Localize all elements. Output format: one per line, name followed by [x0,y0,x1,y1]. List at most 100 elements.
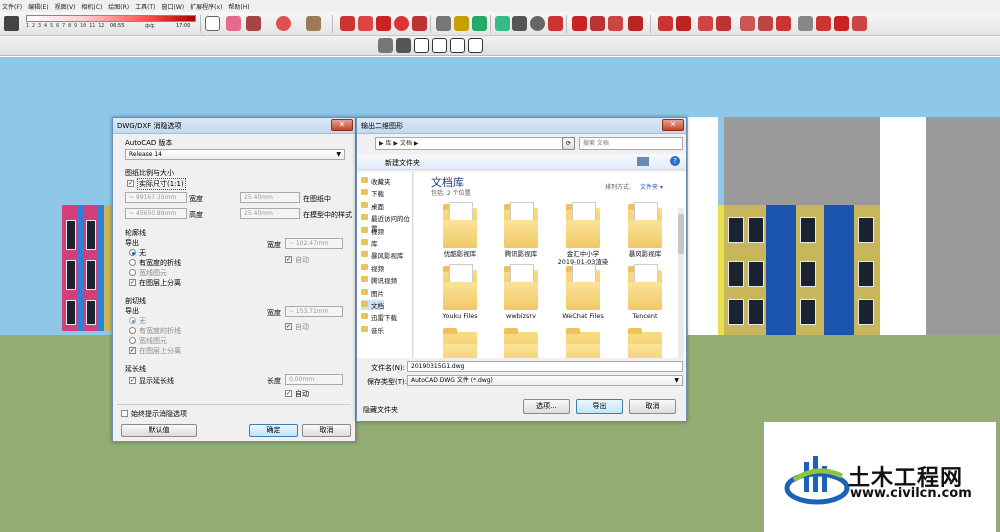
section-plane-icon[interactable] [798,16,813,31]
save-type-select[interactable]: AutoCAD DWG 文件 (*.dwg) ▼ [407,375,683,386]
shape-icon[interactable] [306,16,321,31]
section-cut-icon[interactable] [834,16,849,31]
text-icon[interactable] [454,16,469,31]
eraser-icon[interactable] [226,16,241,31]
show-extension-checkbox[interactable]: ✓ [129,377,136,384]
always-prompt-checkbox[interactable] [121,410,128,417]
arc-icon[interactable] [276,16,291,31]
dxf-close-button[interactable]: ✕ [331,119,353,131]
intersect-icon[interactable] [698,16,713,31]
search-input[interactable]: 搜索 文档 [579,137,683,150]
menu-view[interactable]: 视图(V) [55,2,76,11]
outline-auto-checkbox[interactable]: ✓ [285,256,292,263]
filename-input[interactable]: 20190315G1.dwg [407,361,683,372]
export-cancel-button[interactable]: 取消 [629,399,676,414]
scrollbar-thumb[interactable] [678,214,684,254]
nav-item[interactable]: 暴风影视库 [361,250,404,260]
nav-item[interactable]: 视频 [361,226,384,236]
export-button[interactable]: 导出 [576,399,623,414]
menu-camera[interactable]: 相机(C) [81,2,102,11]
menu-window[interactable]: 窗口(W) [162,2,185,11]
menu-tools[interactable]: 工具(T) [135,2,155,11]
iso-view-icon[interactable] [378,38,393,53]
width-paper-field[interactable]: 25.40mm [240,192,300,203]
nav-item[interactable]: 下载 [361,188,384,198]
nav-item[interactable]: 桌面 [361,201,384,211]
rotate-icon[interactable] [394,16,409,31]
outline-none-radio[interactable] [129,249,136,256]
shadow-date-slider[interactable] [26,15,196,22]
move-icon[interactable] [376,16,391,31]
sandbox-icon[interactable] [658,16,673,31]
library-subtitle[interactable]: 包括: 2 个位置 [431,188,471,197]
follow-me-icon[interactable] [358,16,373,31]
nav-item[interactable]: 迅雷下载 [361,312,397,322]
push-pull-icon[interactable] [340,16,355,31]
autocad-version-select[interactable]: Release 14 ▼ [125,149,345,160]
top-view-icon[interactable] [396,38,411,53]
component-icon[interactable] [590,16,605,31]
right-view-icon[interactable] [432,38,447,53]
nav-item[interactable]: 图片 [361,288,384,298]
address-bar[interactable]: ▶ 库 ▶ 文档 ▶ [375,137,575,150]
nav-item[interactable]: 腾讯视频 [361,275,397,285]
nav-item[interactable]: 收藏夹 [361,176,391,186]
folder-icon[interactable] [443,326,477,358]
menu-file[interactable]: 文件(F) [2,2,22,11]
nav-item[interactable]: 文档 [361,300,384,310]
help-icon[interactable]: ? [670,156,680,166]
section-auto-checkbox[interactable]: ✓ [285,323,292,330]
extension-auto-checkbox[interactable]: ✓ [285,390,292,397]
nav-item[interactable]: 视频 [361,263,384,273]
folder-name[interactable]: wwbizsrv [490,312,552,320]
dxf-ok-button[interactable]: 确定 [249,424,298,437]
folder-icon[interactable] [504,264,538,310]
ruby-icon[interactable] [628,16,643,31]
union-icon[interactable] [716,16,731,31]
folder-icon[interactable] [566,326,600,358]
folder-icon[interactable] [504,202,538,248]
folder-name[interactable]: Tencent [614,312,676,320]
section-separate-checkbox[interactable]: ✓ [129,347,136,354]
subtract-icon[interactable] [740,16,755,31]
section-none-radio[interactable] [129,317,136,324]
section-fill-icon[interactable] [852,16,867,31]
tape-measure-icon[interactable] [436,16,451,31]
paint-bucket-icon[interactable] [472,16,487,31]
folder-icon[interactable] [566,264,600,310]
nav-item[interactable]: 音乐 [361,325,384,335]
shadow-toggle-icon[interactable] [4,16,19,31]
defaults-button[interactable]: 默认值 [121,424,197,437]
folder-name[interactable]: Youku Files [429,312,491,320]
refresh-icon[interactable]: ⟳ [562,137,575,150]
folder-icon[interactable] [628,326,662,358]
outline-separate-checkbox[interactable]: ✓ [129,279,136,286]
height-paper-field[interactable]: 25.40mm [240,208,300,219]
options-button[interactable]: 选项... [523,399,570,414]
left-view-icon[interactable] [468,38,483,53]
pencil-icon[interactable] [246,16,261,31]
extension-length-field[interactable]: 0.00mm [285,374,343,385]
folder-icon[interactable] [628,264,662,310]
actual-size-checkbox[interactable]: ✓ [127,180,134,187]
folder-name[interactable]: 暴风影视库 [614,250,676,258]
zoom-extents-icon[interactable] [548,16,563,31]
outline-wideline-radio[interactable] [129,269,136,276]
menu-help[interactable]: 帮助(H) [228,2,249,11]
menu-extensions[interactable]: 扩展程序(x) [190,2,222,11]
view-options-icon[interactable] [637,157,649,166]
outline-width-field[interactable]: ~ 102.47mm [285,238,343,249]
folder-icon[interactable] [443,264,477,310]
extension-icon[interactable] [608,16,623,31]
zoom-icon[interactable] [530,16,545,31]
menu-draw[interactable]: 绘图(R) [108,2,129,11]
warehouse-icon[interactable] [572,16,587,31]
new-folder-button[interactable]: 新建文件夹 [385,158,420,168]
trim-icon[interactable] [758,16,773,31]
orbit-icon[interactable] [495,16,510,31]
folder-icon[interactable] [566,202,600,248]
section-wideline-radio[interactable] [129,337,136,344]
section-width-field[interactable]: ~ 153.71mm [285,306,343,317]
front-view-icon[interactable] [414,38,429,53]
dxf-cancel-button[interactable]: 取消 [302,424,351,437]
